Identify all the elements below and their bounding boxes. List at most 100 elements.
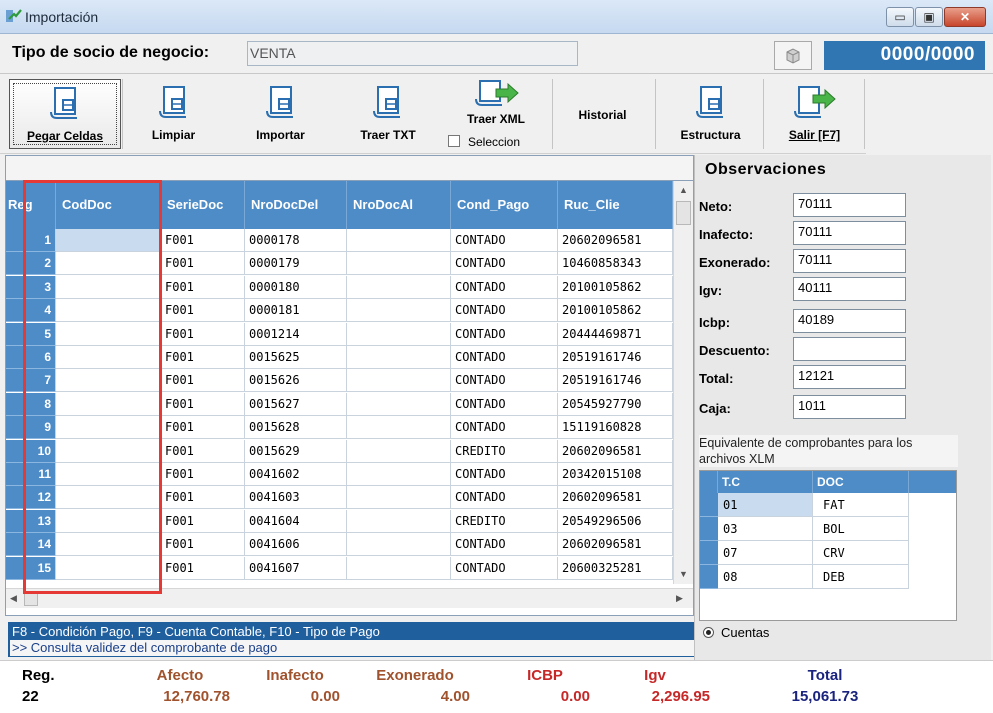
field-input[interactable]: 1011 xyxy=(793,395,906,419)
table-row[interactable]: 3 F001 0000180 CONTADO 20100105862 xyxy=(6,275,673,299)
table-row[interactable]: 13 F001 0041604 CREDITO 20549296506 xyxy=(6,509,673,533)
table-cell[interactable] xyxy=(56,299,161,323)
field-input[interactable]: 40111 xyxy=(793,277,906,301)
mapping-row[interactable]: 03 BOL xyxy=(700,517,956,541)
table-cell[interactable]: F001 xyxy=(161,369,245,393)
table-cell[interactable] xyxy=(347,275,451,299)
col-header-cond-pago[interactable]: Cond_Pago xyxy=(451,181,558,229)
field-input[interactable] xyxy=(793,337,906,361)
table-cell[interactable] xyxy=(347,322,451,346)
row-indicator[interactable] xyxy=(700,517,718,541)
col-header-seriedoc[interactable]: SerieDoc xyxy=(161,181,245,229)
grid-vertical-scrollbar[interactable]: ▲ ▼ xyxy=(673,181,693,584)
table-cell[interactable]: 0015629 xyxy=(245,439,347,463)
table-cell[interactable]: 0000181 xyxy=(245,299,347,323)
cuentas-radio[interactable] xyxy=(703,627,714,638)
table-cell[interactable]: 20602096581 xyxy=(558,533,673,557)
traer-xml-button[interactable]: Traer XML Seleccion xyxy=(446,79,546,149)
row-number[interactable]: 3 xyxy=(6,275,56,299)
horizontal-scroll-thumb[interactable] xyxy=(24,591,38,606)
field-input[interactable]: 70111 xyxy=(793,249,906,273)
table-cell[interactable]: 20602096581 xyxy=(558,439,673,463)
table-cell[interactable]: 20100105862 xyxy=(558,275,673,299)
table-cell[interactable] xyxy=(347,299,451,323)
table-cell[interactable]: CONTADO xyxy=(451,299,558,323)
table-cell[interactable]: 20342015108 xyxy=(558,463,673,486)
col-header-reg[interactable]: Reg xyxy=(6,181,56,229)
row-number[interactable]: 10 xyxy=(6,439,56,463)
table-row[interactable]: 9 F001 0015628 CONTADO 15119160828 xyxy=(6,416,673,440)
table-cell[interactable] xyxy=(347,439,451,463)
table-cell[interactable]: 0041606 xyxy=(245,533,347,557)
table-cell[interactable] xyxy=(56,229,161,252)
table-row[interactable]: 12 F001 0041603 CONTADO 20602096581 xyxy=(6,486,673,510)
table-cell[interactable] xyxy=(56,275,161,299)
table-row[interactable]: 1 F001 0000178 CONTADO 20602096581 xyxy=(6,229,673,252)
table-cell[interactable]: 0000179 xyxy=(245,252,347,276)
table-cell[interactable]: CONTADO xyxy=(451,556,558,580)
table-cell[interactable]: F001 xyxy=(161,556,245,580)
table-cell[interactable]: 20100105862 xyxy=(558,299,673,323)
table-cell[interactable]: CONTADO xyxy=(451,463,558,486)
table-row[interactable]: 14 F001 0041606 CONTADO 20602096581 xyxy=(6,533,673,557)
table-row[interactable]: 8 F001 0015627 CONTADO 20545927790 xyxy=(6,392,673,416)
table-cell[interactable] xyxy=(347,509,451,533)
close-button[interactable]: ✕ xyxy=(944,7,986,27)
table-row[interactable]: 15 F001 0041607 CONTADO 20600325281 xyxy=(6,556,673,580)
row-indicator[interactable] xyxy=(700,541,718,565)
pegar-celdas-button[interactable]: Pegar Celdas xyxy=(9,79,121,149)
table-cell[interactable]: 0015627 xyxy=(245,392,347,416)
table-cell[interactable] xyxy=(56,346,161,369)
table-cell[interactable] xyxy=(56,392,161,416)
table-row[interactable]: 6 F001 0015625 CONTADO 20519161746 xyxy=(6,346,673,369)
mapping-row[interactable]: 08 DEB xyxy=(700,565,956,589)
row-number[interactable]: 5 xyxy=(6,322,56,346)
field-input[interactable]: 70111 xyxy=(793,193,906,217)
table-cell[interactable]: F001 xyxy=(161,439,245,463)
col-header-ruc-clie[interactable]: Ruc_Clie xyxy=(558,181,673,229)
table-cell[interactable]: 15119160828 xyxy=(558,416,673,440)
table-row[interactable]: 11 F001 0041602 CONTADO 20342015108 xyxy=(6,463,673,486)
table-row[interactable]: 7 F001 0015626 CONTADO 20519161746 xyxy=(6,369,673,393)
table-cell[interactable]: 20602096581 xyxy=(558,229,673,252)
table-cell[interactable]: F001 xyxy=(161,509,245,533)
historial-button[interactable]: Historial xyxy=(555,79,650,149)
table-cell[interactable]: 10460858343 xyxy=(558,252,673,276)
table-row[interactable]: 5 F001 0001214 CONTADO 20444469871 xyxy=(6,322,673,346)
table-cell[interactable]: CONTADO xyxy=(451,533,558,557)
table-cell[interactable]: 20602096581 xyxy=(558,486,673,510)
row-number[interactable]: 9 xyxy=(6,416,56,440)
seleccion-checkbox[interactable] xyxy=(448,135,460,147)
mapping-doc-cell[interactable]: DEB xyxy=(813,565,909,589)
table-cell[interactable]: F001 xyxy=(161,346,245,369)
grid-horizontal-scrollbar[interactable]: ◀ ▶ xyxy=(6,588,693,608)
table-cell[interactable] xyxy=(347,463,451,486)
mapping-tc-cell[interactable]: 07 xyxy=(718,541,813,565)
table-cell[interactable] xyxy=(56,322,161,346)
row-number[interactable]: 13 xyxy=(6,509,56,533)
table-cell[interactable] xyxy=(347,416,451,440)
table-cell[interactable]: 0015626 xyxy=(245,369,347,393)
mapping-tc-cell[interactable]: 01 xyxy=(718,493,813,517)
mapping-doc-cell[interactable]: BOL xyxy=(813,517,909,541)
table-cell[interactable]: CREDITO xyxy=(451,509,558,533)
table-cell[interactable]: 0015628 xyxy=(245,416,347,440)
table-cell[interactable]: 20549296506 xyxy=(558,509,673,533)
row-number[interactable]: 4 xyxy=(6,299,56,323)
mapping-row[interactable]: 01 FAT xyxy=(700,493,956,517)
col-header-coddoc[interactable]: CodDoc xyxy=(56,181,161,229)
table-cell[interactable]: CONTADO xyxy=(451,275,558,299)
traer-txt-button[interactable]: Traer TXT xyxy=(338,79,438,149)
row-number[interactable]: 1 xyxy=(6,229,56,252)
scroll-right-icon[interactable]: ▶ xyxy=(676,593,683,604)
mapping-tc-cell[interactable]: 08 xyxy=(718,565,813,589)
field-input[interactable]: 12121 xyxy=(793,365,906,389)
vertical-scroll-thumb[interactable] xyxy=(676,201,691,225)
table-cell[interactable]: CONTADO xyxy=(451,322,558,346)
table-cell[interactable] xyxy=(56,416,161,440)
table-cell[interactable]: F001 xyxy=(161,299,245,323)
table-cell[interactable]: F001 xyxy=(161,322,245,346)
row-number[interactable]: 2 xyxy=(6,252,56,276)
scroll-up-icon[interactable]: ▲ xyxy=(679,185,688,195)
table-cell[interactable] xyxy=(347,252,451,276)
